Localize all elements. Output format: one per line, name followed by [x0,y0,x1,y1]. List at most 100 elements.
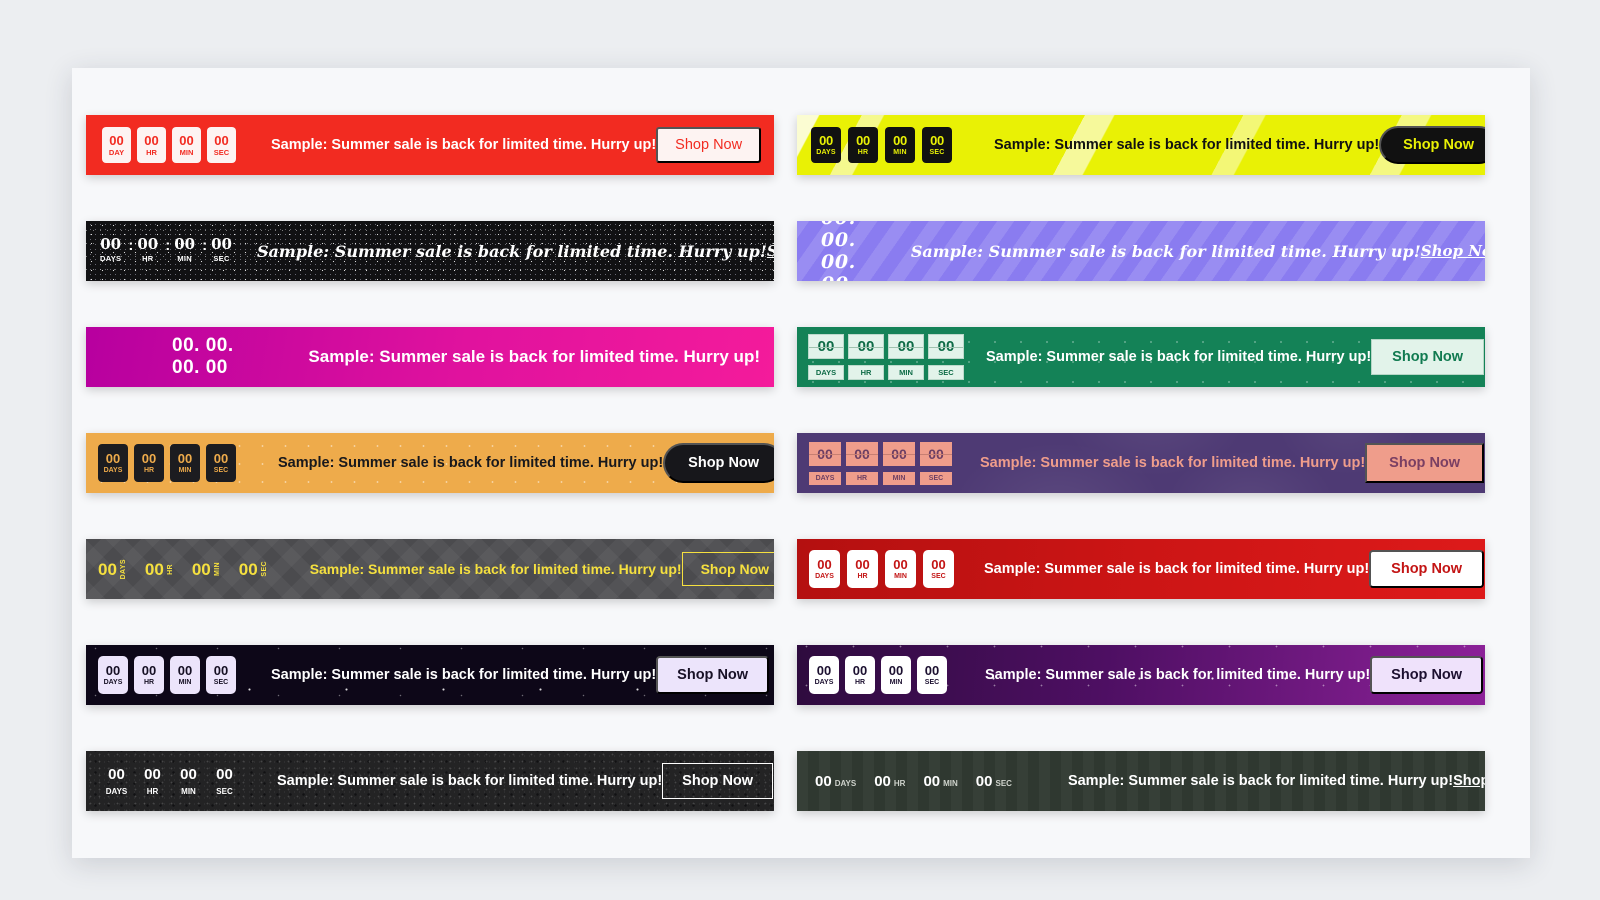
shop-now-link[interactable]: Shop Now [1421,242,1485,260]
countdown-banner-magenta-plain: 00. 00. 00. 00 Sample: Summer sale is ba… [86,327,774,387]
countdown-label: SEC [214,679,228,686]
countdown-value: 00 [928,334,964,359]
countdown-unit-days: 00 DAYS [815,774,856,789]
countdown-value: 00 [178,664,192,677]
countdown-value: 00 [815,774,832,789]
promo-message: Sample: Summer sale is back for limited … [984,561,1369,577]
countdown-label: SEC [931,573,945,580]
countdown-unit-hours: 00 HR [845,656,875,694]
countdown-label: SEC [920,472,952,485]
countdown-value: 00 [109,134,123,147]
countdown-unit-seconds: 00 SEC [917,656,947,694]
promo-message: Sample: Summer sale is back for limited … [985,667,1370,683]
promo-message: Sample: Summer sale is back for limited … [911,242,1421,261]
countdown-unit-days: 00 DAYS [811,127,841,163]
countdown-unit-minutes: 00 MIN [885,127,915,163]
shop-now-button[interactable]: Shop Now [656,656,769,694]
shop-now-button[interactable]: Shop Now [662,763,773,799]
countdown-label: MIN [177,255,192,263]
promo-message: Sample: Summer sale is back for limited … [257,242,767,261]
countdown-unit-days: 00 DAYS [100,237,121,263]
countdown-label: HR [857,573,867,580]
countdown-timer: 00 DAYS 00 HR 00 MIN 00 SEC [815,774,1030,789]
countdown-value-inline: 00. 00. 00. 00 [821,221,856,281]
countdown-label: DAYS [835,780,857,788]
shop-now-button[interactable]: Shop Now [656,127,761,163]
countdown-unit-days: 00 DAY [102,127,131,163]
countdown-label: MIN [214,562,221,576]
countdown-value: 00 [856,134,870,147]
countdown-unit-seconds: 00 SEC [922,127,952,163]
countdown-timer: 00. 00. 00. 00 [100,335,250,379]
countdown-separator: : [202,237,207,254]
countdown-unit-seconds: 00 SEC [976,774,1012,789]
countdown-value: 00 [174,237,195,252]
countdown-label: DAYS [104,679,123,686]
countdown-value: 00 [817,664,831,677]
countdown-label: MIN [181,788,196,796]
countdown-label: SEC [930,149,945,156]
countdown-timer: 00. 00. 00. 00 [811,221,856,281]
countdown-value: 00 [179,134,193,147]
countdown-unit-minutes: 00 MIN [885,550,916,588]
countdown-timer: 00 DAYS : 00 HR : 00 MIN : 00 [100,237,239,266]
countdown-value: 00 [100,237,121,252]
countdown-unit-hours: 00 HR [137,127,166,163]
countdown-label: MIN [894,573,907,580]
promo-message: Sample: Summer sale is back for limited … [278,455,663,471]
countdown-label: MIN [180,149,194,157]
countdown-label: HR [846,472,878,485]
shop-now-button[interactable]: Shop Now [1371,339,1484,375]
countdown-unit-seconds: 00 SEC [923,550,954,588]
countdown-label: HR [858,149,869,156]
countdown-timer: 00 DAYS 00 HR 00 MIN 00 SEC [808,334,964,380]
countdown-unit-minutes: 00 MIN [881,656,911,694]
countdown-unit-minutes: 00 MIN [174,237,195,263]
countdown-label: SEC [214,149,229,157]
countdown-value: 00 [211,237,232,252]
countdown-banner-dark-red: 00 DAYS 00 HR 00 MIN 00 SEC [797,539,1485,599]
countdown-value: 00 [98,561,117,578]
countdown-unit-hours: 00 HR [848,334,884,380]
countdown-value: 00 [214,134,228,147]
countdown-unit-seconds: 00 SEC [211,237,232,263]
countdown-unit-minutes: 00 MIN [170,444,200,482]
countdown-value: 00 [889,664,903,677]
shop-now-button[interactable]: Shop Now [682,552,774,586]
countdown-banner-navy-night: 00 DAYS 00 HR 00 MIN 00 SEC [86,645,774,705]
countdown-label: DAY [109,149,124,157]
countdown-unit-minutes: 00 MIN [192,561,221,578]
countdown-value: 00 [809,442,841,466]
countdown-label: HR [146,149,157,157]
countdown-label: HR [147,788,159,796]
shop-now-link[interactable]: Shop Now [767,242,774,260]
countdown-value: 00 [192,561,211,578]
countdown-unit-hours: 00 HR [134,444,164,482]
countdown-label: DAYS [809,472,841,485]
countdown-label: DAYS [106,788,128,796]
shop-now-button[interactable]: Shop Now [1379,126,1485,164]
countdown-value-inline: 00. 00. 00. 00 [172,335,250,379]
countdown-unit-seconds: 00 SEC [206,444,236,482]
countdown-unit-hours: 00 HR [145,561,174,578]
shop-now-button[interactable]: Shop Now [1365,443,1484,483]
countdown-label: DAYS [815,573,834,580]
countdown-separator: : [165,237,170,254]
countdown-value: 00 [853,664,867,677]
countdown-unit-seconds: 00 SEC [920,442,952,485]
countdown-unit-hours: 00 HR [137,237,158,263]
shop-now-button[interactable]: Shop Now [1370,656,1483,694]
countdown-label: SEC [925,679,939,686]
countdown-timer: 00 DAYS 00 HR 00 MIN 00 SEC [98,656,236,694]
banner-gallery-card: 00 DAY 00 HR 00 MIN 00 SEC [72,68,1530,858]
shop-now-link[interactable]: Shop Now [1453,773,1485,789]
countdown-value: 00 [145,561,164,578]
countdown-unit-days: 00 DAYS [808,334,844,380]
countdown-label: DAYS [120,559,127,579]
shop-now-button[interactable]: Shop Now [1369,550,1484,588]
countdown-value: 00 [214,452,228,465]
countdown-unit-days: 00 DAYS [98,444,128,482]
countdown-label: MIN [179,679,192,686]
shop-now-button[interactable]: Shop Now [663,443,774,483]
countdown-value: 00 [976,774,993,789]
